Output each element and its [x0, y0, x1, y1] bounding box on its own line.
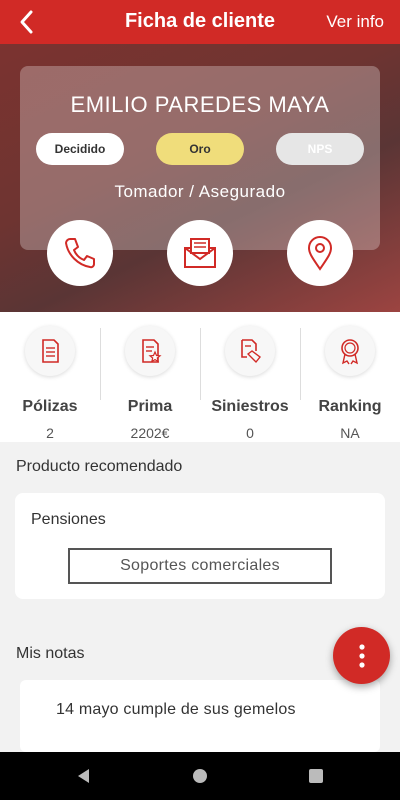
app-bar: Ficha de cliente Ver info	[0, 0, 400, 44]
stat-label: Siniestros	[211, 398, 289, 415]
tag-decidido: Decidido	[36, 133, 124, 165]
stat-prima[interactable]: Prima 2202€	[100, 326, 200, 441]
tag-nps: NPS	[276, 133, 364, 165]
nav-back-icon[interactable]	[74, 766, 94, 786]
claim-icon	[225, 326, 275, 376]
stat-value: 2202€	[130, 425, 170, 441]
recommended-product-card: Pensiones Soportes comerciales	[15, 493, 385, 599]
location-button[interactable]	[287, 220, 353, 286]
note-text: 14 mayo cumple de sus gemelos	[56, 701, 296, 718]
ver-info-link[interactable]: Ver info	[326, 12, 384, 32]
soportes-comerciales-button[interactable]: Soportes comerciales	[68, 548, 332, 584]
stats-bar: Pólizas 2 Prima 2202€ Siniestros 0 Ranki…	[0, 312, 400, 442]
nav-recents-icon[interactable]	[306, 766, 326, 786]
product-name: Pensiones	[31, 511, 106, 528]
client-role: Tomador / Asegurado	[114, 182, 286, 201]
stat-label: Pólizas	[22, 398, 78, 415]
system-navigation-bar	[0, 752, 400, 800]
recommended-section-title: Producto recomendado	[16, 458, 183, 475]
stat-ranking[interactable]: Ranking NA	[300, 326, 400, 441]
more-vertical-icon	[358, 643, 365, 668]
client-hero: EMILIO PAREDES MAYA Decidido Oro NPS Tom…	[0, 44, 400, 312]
stat-label: Prima	[127, 398, 173, 415]
stat-value: 0	[246, 425, 254, 441]
mail-icon	[184, 238, 216, 268]
email-button[interactable]	[167, 220, 233, 286]
document-star-icon	[125, 326, 175, 376]
client-name: EMILIO PAREDES MAYA	[70, 92, 330, 117]
tag-oro: Oro	[156, 133, 244, 165]
medal-icon	[325, 326, 375, 376]
stat-value: NA	[340, 425, 360, 441]
more-options-button[interactable]	[333, 627, 390, 684]
location-icon	[307, 236, 333, 271]
nav-home-icon[interactable]	[190, 766, 210, 786]
phone-icon	[65, 238, 95, 269]
note-item[interactable]: 14 mayo cumple de sus gemelos	[20, 680, 380, 752]
stat-polizas[interactable]: Pólizas 2	[0, 326, 100, 441]
notes-section-title: Mis notas	[16, 645, 85, 662]
stat-value: 2	[46, 425, 54, 441]
stat-label: Ranking	[318, 398, 382, 415]
call-button[interactable]	[47, 220, 113, 286]
stat-siniestros[interactable]: Siniestros 0	[200, 326, 300, 441]
document-icon	[25, 326, 75, 376]
